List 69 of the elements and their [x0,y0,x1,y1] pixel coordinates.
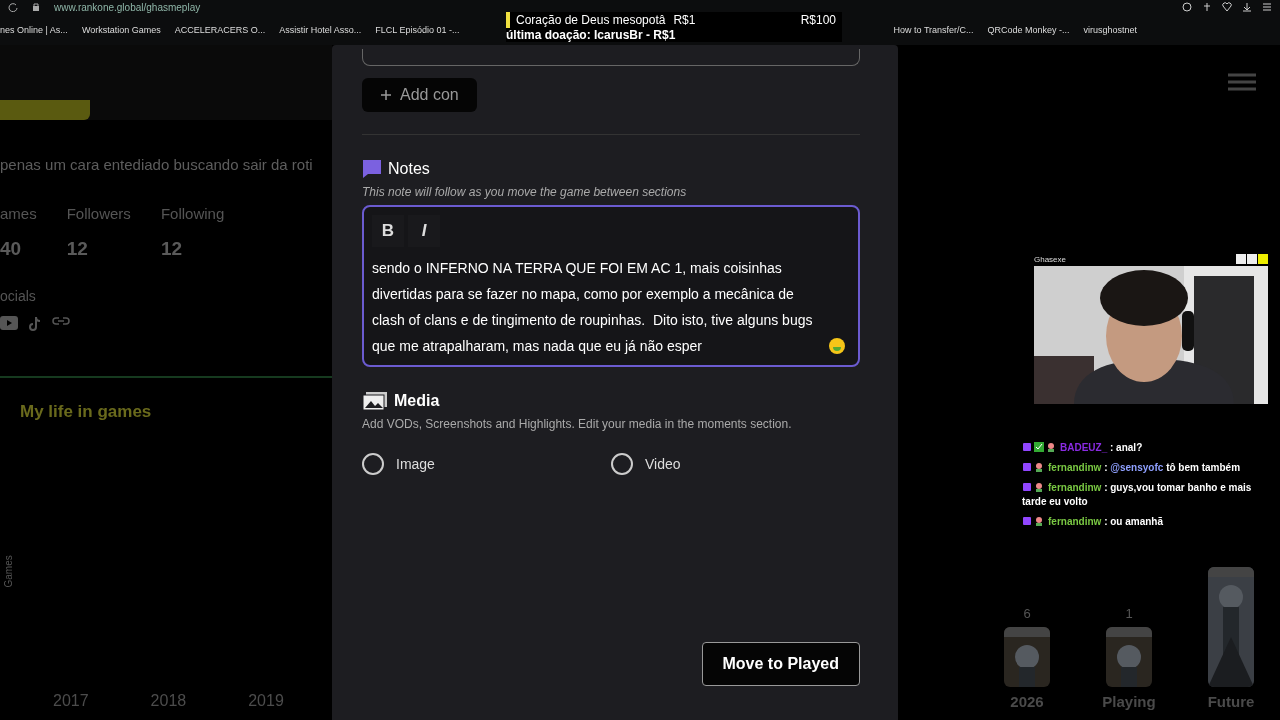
bookmark[interactable]: FLCL Episódio 01 -... [375,24,460,35]
add-button[interactable]: Add con [362,78,477,112]
images-icon [362,391,388,411]
chat-badge-icon [1022,516,1032,526]
move-button[interactable]: Move to Played [701,642,860,686]
note-text: sendo o INFERNO NA TERRA QUE FOI EM AC 1, mais coisinhas divertidas para se fazer no mapa, como por exemplo a mecânica de clash of clans e de tingimento de roupinhas. Dito isto, tive alguns bugs que me atrapalharam, mas nada que eu já não esper [372,259,814,356]
window-title: Ghasexe [1034,254,1067,264]
timeline-label: Playing [1102,693,1156,710]
stat-label: ames [0,205,37,222]
radio-option[interactable]: Image [362,453,611,475]
chat-message: fernandinw : guys,vou tomar banho e mais tarde eu volto [1022,481,1253,509]
tiktok-icon [28,316,42,332]
timeline-label: 2026 [1010,693,1044,710]
check-badge-icon [1034,442,1044,452]
menu-icon [1262,2,1272,12]
stat-value: 12 [66,238,89,260]
stat-value: 40 [0,238,23,260]
link-icon [52,316,70,326]
bookmark[interactable]: virusghostnet [1083,24,1138,35]
flower-badge-icon [1034,462,1044,472]
italic-button[interactable]: I [408,215,440,247]
bookmark[interactable]: How to Transfer/C... [893,24,974,35]
stat-label: Followers [66,205,131,222]
stat-label: Following [160,205,225,222]
heart-icon [1222,2,1232,12]
menu-icon [1228,73,1256,91]
bookmark[interactable]: ACCELERACERS O... [174,24,266,35]
last-donation: última doação: IcarusBr - R$1 [506,28,842,42]
bookmark[interactable]: Assistir Hotel Asso... [279,24,362,35]
game-count: 1 [1125,606,1133,621]
radio-circle[interactable] [611,453,633,475]
media-hint: Add VODs, Screenshots and Highlights. Edit your media in the moments section. [362,417,793,431]
address-bar[interactable]: www.rankone.global/ghasmeplay [54,1,201,13]
year-label: 2017 [53,692,89,710]
text-field[interactable] [362,49,860,66]
goal-target: R$100 [800,13,836,27]
year-label: 2019 [248,692,284,710]
timeline-label: Future [1207,693,1255,710]
smiley-icon [828,337,846,355]
bookmark[interactable]: nes Online | As... [0,24,68,35]
notes-editor[interactable] [362,205,860,367]
download-icon [1242,2,1252,12]
goal-current: R$1 [673,13,696,27]
radio-circle[interactable] [362,453,384,475]
chat-message: fernandinw : ou amanhã [1022,515,1258,529]
bookmark[interactable]: Workstation Games [81,24,161,35]
bookmark[interactable]: QRCode Monkey -... [987,24,1070,35]
notes-hint: This note will follow as you move the game between sections [362,185,688,199]
chat-message: fernandinw : @sensyofc tô bem também [1022,461,1258,475]
lock-icon [32,2,40,12]
game-count: 6 [1023,606,1031,621]
chat-message: BADEUZ_ : anal? [1022,441,1258,455]
year-label: 2018 [150,692,187,710]
section-title: My life in games [20,402,153,422]
profile-bio: penas um cara entediado buscando sair da roti [0,156,314,173]
reload-icon [8,2,18,12]
flower-badge-icon [1046,442,1056,452]
socials-label: ocials [0,288,37,304]
axis-label: Games [2,554,14,588]
radio-option[interactable]: Video [611,453,860,475]
note-icon [362,159,382,179]
goal-title: Coração de Deus mesopotâ [516,13,666,27]
flower-badge-icon [1034,482,1044,492]
section-title: Notes [388,160,430,178]
bold-button[interactable]: B [372,215,404,247]
plus-icon [380,89,392,101]
stat-value: 12 [160,238,183,260]
section-title: Media [394,392,440,410]
flower-badge-icon [1034,516,1044,526]
